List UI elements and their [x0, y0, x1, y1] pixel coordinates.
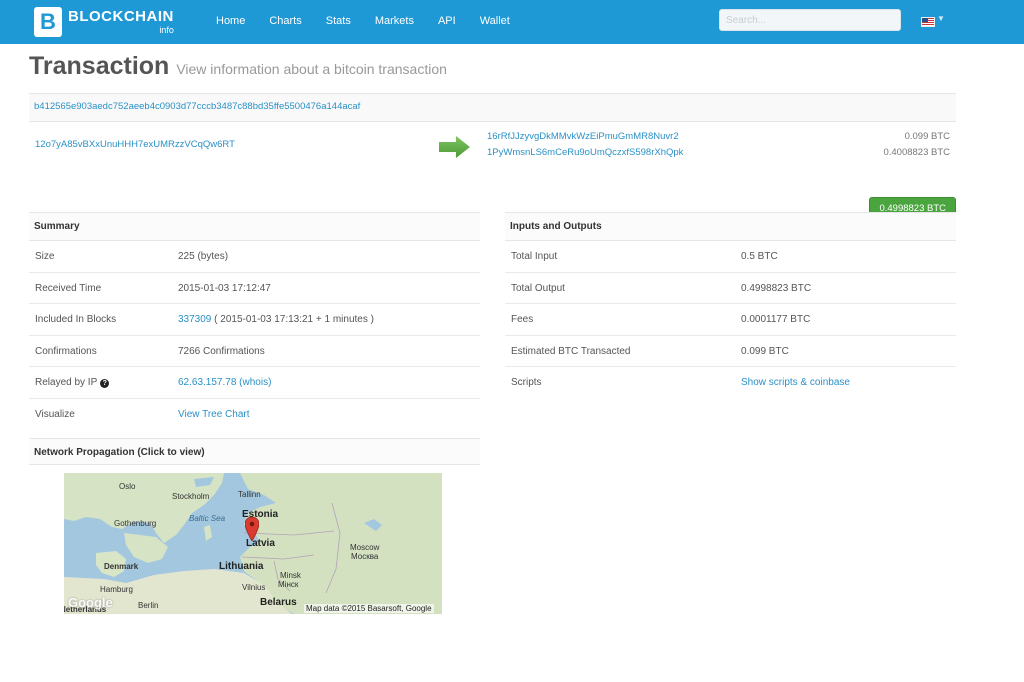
row-value: 337309 ( 2015-01-03 17:13:21 + 1 minutes… [178, 314, 374, 325]
map-label-belarus: Belarus [260, 597, 297, 608]
logo-subtext: info [159, 25, 174, 35]
output-row: 16rRfJJzyvgDkMMvkWzEiPmuGmMR8Nuvr2 0.099… [487, 131, 956, 147]
whois-link[interactable]: (whois) [236, 377, 271, 388]
block-link[interactable]: 337309 [178, 314, 211, 325]
map-label-moscow-ru: Москва [351, 552, 379, 561]
relayed-label: Relayed by IP [35, 377, 98, 388]
top-navbar: B BLOCKCHAIN info Home Charts Stats Mark… [0, 0, 1024, 44]
table-row: Scripts Show scripts & coinbase [505, 367, 956, 398]
page-heading: Transaction [29, 52, 170, 80]
row-value: 225 (bytes) [178, 251, 229, 262]
block-time: ( 2015-01-03 17:13:21 + 1 minutes ) [211, 314, 374, 325]
network-propagation-header[interactable]: Network Propagation (Click to view) [29, 438, 480, 465]
logo-text: BLOCKCHAIN [68, 8, 174, 25]
google-logo: Google [68, 595, 113, 610]
map-label-minsk: Minsk [280, 571, 301, 580]
output-list: 16rRfJJzyvgDkMMvkWzEiPmuGmMR8Nuvr2 0.099… [487, 131, 956, 163]
row-value: 2015-01-03 17:12:47 [178, 282, 271, 294]
network-map[interactable]: Oslo Stockholm Tallinn Estonia Baltic Se… [64, 473, 442, 614]
table-row: Total Output 0.4998823 BTC [505, 273, 956, 304]
row-key: Total Input [511, 251, 558, 262]
row-key: Size [35, 251, 55, 262]
nav-wallet[interactable]: Wallet [480, 0, 510, 44]
row-key: Estimated BTC Transacted [511, 345, 631, 357]
row-value: 7266 Confirmations [178, 345, 265, 357]
table-row: Received Time 2015-01-03 17:12:47 [29, 273, 480, 304]
row-key: Fees [511, 314, 534, 325]
table-row: Total Input 0.5 BTC [505, 241, 956, 273]
nav-charts[interactable]: Charts [269, 0, 301, 44]
row-value: 62.63.157.78 (whois) [178, 377, 271, 388]
table-row: Visualize View Tree Chart [29, 399, 480, 430]
search-input[interactable] [719, 9, 901, 31]
output-amount: 0.099 BTC [904, 131, 950, 142]
transaction-io: 12o7yA85vBXxUnuHHH7exUMRzzVCqQw6RT 16rRf… [29, 122, 956, 220]
arrow-right-icon [439, 136, 470, 158]
map-label-oslo: Oslo [119, 482, 136, 491]
nav-home[interactable]: Home [216, 0, 245, 44]
summary-header: Summary [29, 212, 480, 241]
output-amount: 0.4008823 BTC [883, 147, 950, 158]
map-label-minsk-ru: Мінск [278, 580, 299, 589]
page-subheading: View information about a bitcoin transac… [176, 61, 447, 77]
transaction-hash-row: b412565e903aedc752aeeb4c0903d77cccb3487c… [29, 93, 956, 122]
map-label-vilnius: Vilnius [242, 583, 266, 592]
input-address-link[interactable]: 12o7yA85vBXxUnuHHH7exUMRzzVCqQw6RT [35, 139, 235, 150]
table-row: Estimated BTC Transacted 0.099 BTC [505, 336, 956, 367]
blockchain-logo-icon: B [34, 7, 62, 37]
table-row: Size 225 (bytes) [29, 241, 480, 273]
row-value: 0.4998823 BTC [741, 282, 812, 294]
site-logo[interactable]: B BLOCKCHAIN info [34, 5, 174, 39]
row-key: Visualize [35, 408, 75, 420]
view-tree-chart-link[interactable]: View Tree Chart [178, 409, 250, 420]
table-row: Included In Blocks 337309 ( 2015-01-03 1… [29, 304, 480, 336]
transaction-box: b412565e903aedc752aeeb4c0903d77cccb3487c… [29, 93, 956, 220]
row-key: Received Time [35, 282, 102, 294]
chevron-down-icon[interactable]: ▼ [937, 14, 945, 23]
row-key: Scripts [511, 377, 542, 388]
map-label-gothenburg: Gothenburg [114, 519, 157, 528]
map-label-berlin: Berlin [138, 601, 159, 610]
row-key: Total Output [511, 282, 565, 294]
table-row: Relayed by IP? 62.63.157.78 (whois) [29, 367, 480, 399]
nav-stats[interactable]: Stats [326, 0, 351, 44]
row-key: Included In Blocks [35, 314, 117, 325]
inputs-outputs-table: Inputs and Outputs Total Input 0.5 BTC T… [505, 212, 956, 398]
table-row: Fees 0.0001177 BTC [505, 304, 956, 336]
map-pin-icon[interactable] [245, 517, 259, 541]
us-flag-icon[interactable] [921, 17, 935, 27]
map-label-stockholm: Stockholm [172, 492, 210, 501]
map-label-moscow: Moscow [350, 543, 380, 552]
page-title: Transaction View information about a bit… [29, 52, 447, 81]
row-key: Confirmations [35, 345, 97, 357]
map-label-hamburg: Hamburg [100, 585, 133, 594]
summary-table: Summary Size 225 (bytes) Received Time 2… [29, 212, 480, 429]
inputs-outputs-header: Inputs and Outputs [505, 212, 956, 241]
show-scripts-link[interactable]: Show scripts & coinbase [741, 377, 850, 388]
row-value: 0.5 BTC [741, 251, 778, 262]
map-attribution: Map data ©2015 Basarsoft, Google [304, 604, 434, 613]
question-icon[interactable]: ? [100, 379, 110, 388]
output-address-link[interactable]: 16rRfJJzyvgDkMMvkWzEiPmuGmMR8Nuvr2 [487, 131, 679, 142]
nav-markets[interactable]: Markets [375, 0, 414, 44]
map-label-denmark: Denmark [104, 562, 139, 571]
map-label-baltic-sea: Baltic Sea [189, 514, 226, 523]
table-row: Confirmations 7266 Confirmations [29, 336, 480, 367]
map-label-tallinn: Tallinn [238, 490, 261, 499]
main-nav: Home Charts Stats Markets API Wallet [216, 0, 534, 44]
transaction-hash-link[interactable]: b412565e903aedc752aeeb4c0903d77cccb3487c… [34, 101, 360, 112]
map-label-lithuania: Lithuania [219, 561, 264, 572]
nav-api[interactable]: API [438, 0, 456, 44]
row-key: Relayed by IP? [35, 377, 110, 388]
row-value: 0.099 BTC [741, 345, 789, 357]
row-value: 0.0001177 BTC [741, 314, 811, 325]
ip-link[interactable]: 62.63.157.78 [178, 377, 236, 388]
output-address-link[interactable]: 1PyWmsnLS6mCeRu9oUmQczxfS598rXhQpk [487, 147, 683, 158]
output-row: 1PyWmsnLS6mCeRu9oUmQczxfS598rXhQpk 0.400… [487, 147, 956, 163]
